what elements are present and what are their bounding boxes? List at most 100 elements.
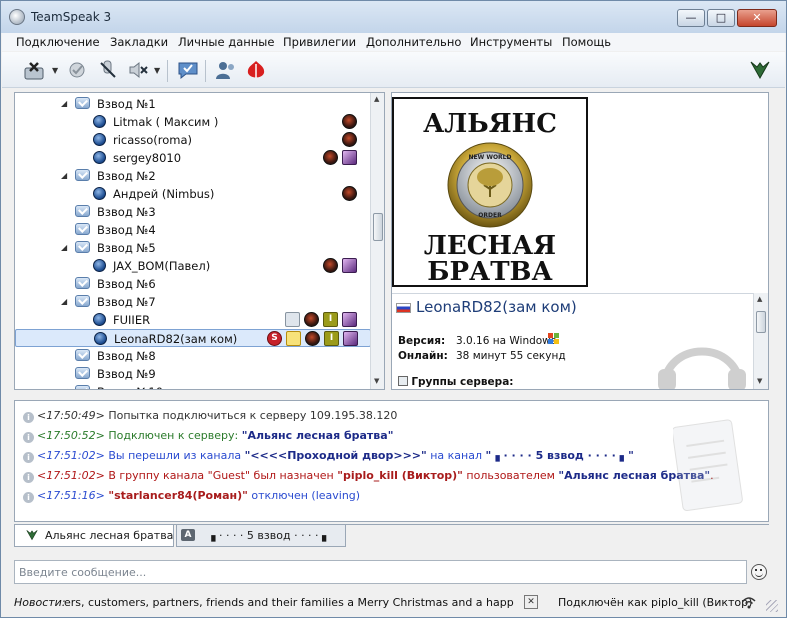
version-value: 3.0.16 на Windows xyxy=(456,335,557,347)
expand-arrow-icon[interactable]: ◢ xyxy=(61,171,67,180)
groups-icon xyxy=(398,376,408,386)
client-row[interactable]: Litmak ( Максим ) xyxy=(15,113,371,131)
scroll-up-icon[interactable]: ▲ xyxy=(374,95,379,103)
client-status-icon xyxy=(93,133,106,146)
emoticon-icon[interactable] xyxy=(751,564,767,580)
tree-scroll-thumb[interactable] xyxy=(373,213,383,241)
close-button[interactable]: ✕ xyxy=(737,9,777,27)
log-text[interactable]: "<<<<Проходной двор>>>" xyxy=(245,449,427,462)
channel-icon xyxy=(75,169,90,181)
log-text[interactable]: "▗ · · · · 5 взвод · · · · ▖" xyxy=(486,449,634,462)
channel-row[interactable]: ◢ Взвод №10 xyxy=(15,383,371,389)
client-row[interactable]: JAX_BOM(Павел) xyxy=(15,257,371,275)
news-close-button[interactable]: ✕ xyxy=(524,595,538,609)
info-icon: i xyxy=(23,412,34,423)
signal-icon xyxy=(742,597,756,609)
channel-row[interactable]: ◢ Взвод №1 xyxy=(15,95,371,113)
log-timestamp: <17:50:52> xyxy=(37,429,105,442)
mute-speakers-icon[interactable] xyxy=(126,58,150,82)
online-value: 38 минут 55 секунд xyxy=(456,350,566,362)
log-text[interactable]: "Альянс лесная братва" xyxy=(242,429,394,442)
menu-help[interactable]: Помощь xyxy=(562,35,611,49)
client-name: ricasso(roma) xyxy=(113,133,193,147)
menu-tools[interactable]: Инструменты xyxy=(470,35,552,49)
maximize-button[interactable]: □ xyxy=(707,9,735,27)
message-input[interactable] xyxy=(19,564,739,580)
channel-name: Взвод №2 xyxy=(97,169,156,183)
menu-bar: Подключение Закладки Личные данные Приви… xyxy=(2,33,785,51)
channel-icon xyxy=(75,205,90,217)
minimize-button[interactable]: — xyxy=(677,9,705,27)
scroll-down-icon[interactable]: ▼ xyxy=(374,377,379,385)
news-label: Новости: xyxy=(14,596,66,609)
client-row[interactable]: FUIIER I xyxy=(15,311,371,329)
client-row[interactable]: ricasso(roma) xyxy=(15,131,371,149)
channel-name: Взвод №4 xyxy=(97,223,156,237)
info-icon: i xyxy=(23,492,34,503)
channel-row[interactable]: Взвод №3 xyxy=(15,203,371,221)
olive-badge-icon: I xyxy=(323,312,338,327)
purple-badge-icon xyxy=(343,331,358,346)
menu-connection[interactable]: Подключение xyxy=(16,35,100,49)
log-text[interactable]: "piplo_kill (Виктор)" xyxy=(337,469,463,482)
contacts-icon[interactable] xyxy=(214,58,238,82)
banner-title-line2: БРАТВА xyxy=(427,257,553,287)
client-row[interactable]: sergey8010 xyxy=(15,149,371,167)
menu-extras[interactable]: Дополнительно xyxy=(366,35,461,49)
mute-microphone-icon[interactable] xyxy=(96,58,120,82)
channel-name: Взвод №9 xyxy=(97,367,156,381)
expand-arrow-icon[interactable]: ◢ xyxy=(61,243,67,252)
channel-icon: A xyxy=(181,529,195,541)
channel-row[interactable]: Взвод №8 xyxy=(15,347,371,365)
server-tabs: Альянс лесная братва A ▗ · · · · 5 взвод… xyxy=(14,524,769,547)
channel-row[interactable]: ◢ Взвод №5 xyxy=(15,239,371,257)
menu-bookmarks[interactable]: Закладки xyxy=(110,35,168,49)
addon-leaf-icon[interactable] xyxy=(244,58,268,82)
chevron-down-icon[interactable]: ▼ xyxy=(52,66,58,75)
channel-row[interactable]: ◢ Взвод №2 xyxy=(15,167,371,185)
channel-row[interactable]: ◢ Взвод №7 xyxy=(15,293,371,311)
emblem-icon: NEW WORLD ORDER xyxy=(447,142,533,228)
resize-grip[interactable] xyxy=(766,600,778,612)
scroll-down-icon[interactable]: ▼ xyxy=(757,377,762,385)
toolbar: ▼ ▼ xyxy=(2,52,785,88)
info-scrollbar[interactable]: ▲ ▼ xyxy=(753,293,768,389)
client-row[interactable]: Андрей (Nimbus) xyxy=(15,185,371,203)
expand-arrow-icon[interactable]: ◢ xyxy=(61,99,67,108)
client-header: LeonaRD82(зам ком) xyxy=(392,293,754,321)
server-logo-icon xyxy=(748,58,772,82)
channel-chat-icon[interactable] xyxy=(176,58,200,82)
log-timestamp: <17:50:49> xyxy=(37,409,105,422)
log-text[interactable]: "starlancer84(Роман)" xyxy=(108,489,248,502)
channel-row[interactable]: Взвод №4 xyxy=(15,221,371,239)
expand-arrow-icon[interactable]: ◢ xyxy=(61,297,67,306)
client-status-icon xyxy=(93,313,106,326)
menu-permissions[interactable]: Привилегии xyxy=(283,35,356,49)
channel-name: Взвод №7 xyxy=(97,295,156,309)
disconnect-icon[interactable] xyxy=(22,58,46,82)
channel-icon xyxy=(75,295,90,307)
message-box xyxy=(14,560,747,584)
expand-arrow-icon[interactable]: ◢ xyxy=(61,387,67,389)
channel-icon xyxy=(75,97,90,109)
info-scroll-thumb[interactable] xyxy=(756,311,766,333)
tab-server[interactable]: Альянс лесная братва xyxy=(14,525,174,547)
away-status-icon[interactable] xyxy=(66,58,90,82)
dark-badge-icon xyxy=(305,331,320,346)
log-text: на канал xyxy=(426,449,486,462)
tree-scrollbar[interactable]: ▲ ▼ xyxy=(370,93,384,389)
channel-name: Взвод №1 xyxy=(97,97,156,111)
chevron-down-icon[interactable]: ▼ xyxy=(154,66,160,75)
online-line: Онлайн: 38 минут 55 секунд xyxy=(398,350,566,362)
channel-row[interactable]: Взвод №6 xyxy=(15,275,371,293)
tab-channel-chat[interactable]: A ▗ · · · · 5 взвод · · · · ▖ xyxy=(176,525,346,547)
status-bar: Новости: ers, customers, partners, frien… xyxy=(2,590,785,616)
channel-row[interactable]: Взвод №9 xyxy=(15,365,371,383)
log-line: i <17:50:52> Подключен к серверу: "Альянс… xyxy=(23,429,393,443)
server-logo-icon xyxy=(26,530,38,541)
menu-self[interactable]: Личные данные xyxy=(178,35,274,49)
client-row[interactable]: LeonaRD82(зам ком) S I xyxy=(15,329,371,347)
chat-log: i <17:50:49> Попытка подключиться к серве… xyxy=(14,400,769,522)
scroll-up-icon[interactable]: ▲ xyxy=(757,295,762,303)
info-icon: i xyxy=(23,452,34,463)
